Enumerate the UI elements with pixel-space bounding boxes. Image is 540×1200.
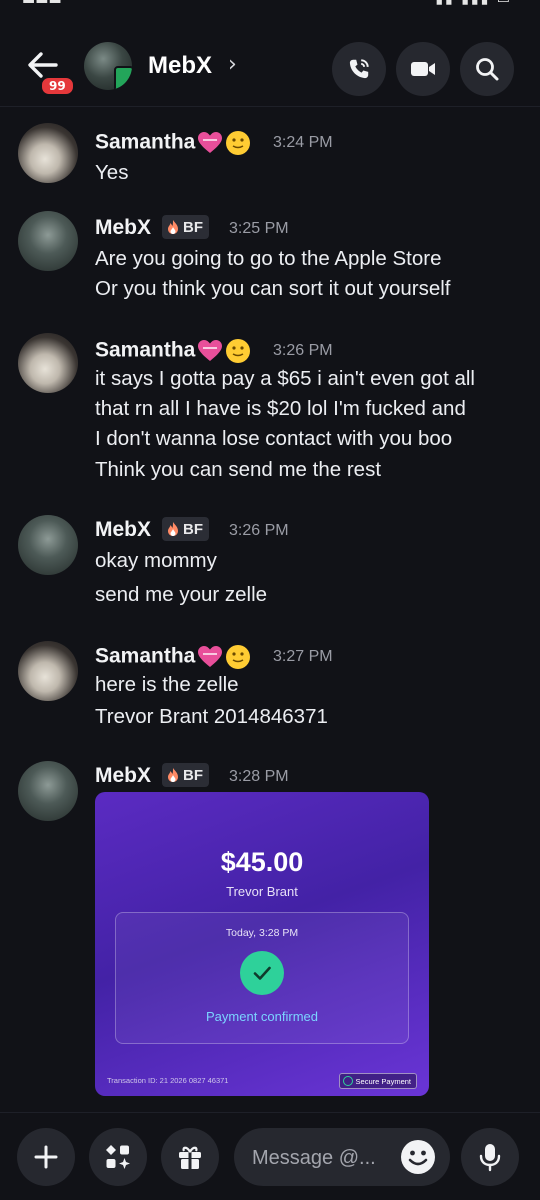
timestamp: 3:25 PM	[229, 220, 289, 237]
timestamp: 3:26 PM	[273, 342, 333, 359]
author-name[interactable]: MebX	[95, 518, 151, 542]
payment-receipt-image[interactable]: $45.00 Trevor Brant Today, 3:28 PM Payme…	[95, 792, 429, 1096]
voice-call-button[interactable]	[332, 42, 386, 96]
avatar[interactable]	[18, 761, 78, 821]
author-name[interactable]: Samantha	[95, 338, 251, 364]
status-bar: ▬▬▬ ▮▮ ▮▮▮ ▭	[0, 0, 540, 14]
slight-smile-icon	[226, 339, 251, 363]
emoji-icon[interactable]	[400, 1139, 436, 1175]
author-name[interactable]: MebX	[95, 216, 151, 240]
avatar[interactable]	[18, 515, 78, 575]
role-tag[interactable]: BF	[162, 215, 209, 239]
page-title[interactable]: MebX	[148, 52, 212, 80]
dm-header: 99 MebX ›	[0, 14, 540, 107]
secure-payment-badge: Secure Payment	[338, 1073, 417, 1089]
avatar[interactable]	[18, 333, 78, 393]
add-button[interactable]	[17, 1128, 75, 1186]
search-icon	[476, 58, 499, 81]
timestamp: 3:27 PM	[273, 648, 333, 665]
author-name[interactable]: Samantha	[95, 130, 251, 156]
timestamp: 3:26 PM	[229, 522, 289, 539]
apps-button[interactable]	[89, 1128, 147, 1186]
gift-icon	[179, 1146, 201, 1169]
avatar[interactable]	[18, 641, 78, 701]
avatar[interactable]	[18, 211, 78, 271]
microphone-icon	[479, 1144, 501, 1172]
gift-button[interactable]	[161, 1128, 219, 1186]
fire-icon	[168, 220, 178, 234]
video-icon	[411, 62, 435, 76]
check-icon	[240, 951, 284, 995]
timestamp: 3:28 PM	[229, 768, 289, 785]
message-text: Yes	[95, 161, 129, 184]
message-text: here is the zelle	[95, 673, 239, 696]
payment-date: Today, 3:28 PM	[225, 927, 299, 939]
author-name[interactable]: Samantha	[95, 644, 251, 670]
composer-bar	[0, 1112, 540, 1200]
phone-icon	[349, 59, 369, 79]
payment-amount: $45.00	[220, 847, 304, 877]
voice-message-button[interactable]	[461, 1128, 519, 1186]
video-call-button[interactable]	[396, 42, 450, 96]
message-text: it says I gotta pay a $65 i ain't even g…	[95, 367, 475, 390]
slight-smile-icon	[226, 645, 251, 669]
fire-icon	[168, 522, 178, 536]
message-text: Are you going to go to the Apple Store	[95, 247, 442, 270]
shield-icon	[342, 1076, 353, 1086]
status-time: ▬▬▬	[22, 0, 62, 8]
timestamp: 3:24 PM	[273, 134, 333, 151]
message-text: I don't wanna lose contact with you boo	[95, 427, 453, 450]
message-text: send me your zelle	[95, 583, 268, 606]
avatar[interactable]	[18, 123, 78, 183]
author-name[interactable]: MebX	[95, 764, 151, 788]
message-input-container[interactable]	[234, 1128, 450, 1186]
role-tag[interactable]: BF	[162, 517, 209, 541]
message-input[interactable]	[250, 1140, 394, 1176]
apps-icon	[106, 1145, 130, 1169]
avatar[interactable]	[84, 42, 132, 90]
fire-icon	[168, 768, 178, 782]
mobile-status-icon	[114, 66, 132, 90]
chevron-right-icon[interactable]: ›	[228, 52, 237, 77]
payment-status: Payment confirmed	[206, 1009, 318, 1024]
slight-smile-icon	[226, 131, 251, 155]
message-text: okay mommy	[95, 549, 217, 572]
message-text: that rn all I have is $20 lol I'm fucked…	[95, 397, 466, 420]
message-text: Think you can send me the rest	[95, 458, 382, 481]
heart-icon	[198, 132, 223, 153]
receipt-card: Today, 3:28 PM Payment confirmed	[115, 912, 409, 1044]
heart-icon	[198, 646, 223, 667]
search-button[interactable]	[460, 42, 514, 96]
plus-icon	[34, 1145, 58, 1169]
status-icons: ▮▮ ▮▮▮ ▭	[435, 0, 512, 7]
message-text: Trevor Brant 2014846371	[95, 705, 328, 728]
payee-name: Trevor Brant	[226, 884, 298, 899]
transaction-id: Transaction ID: 21 2026 0827 46371	[107, 1076, 229, 1085]
heart-icon	[198, 340, 223, 361]
role-tag[interactable]: BF	[162, 763, 209, 787]
unread-badge: 99	[40, 76, 75, 96]
message-text: Or you think you can sort it out yoursel…	[95, 277, 451, 300]
